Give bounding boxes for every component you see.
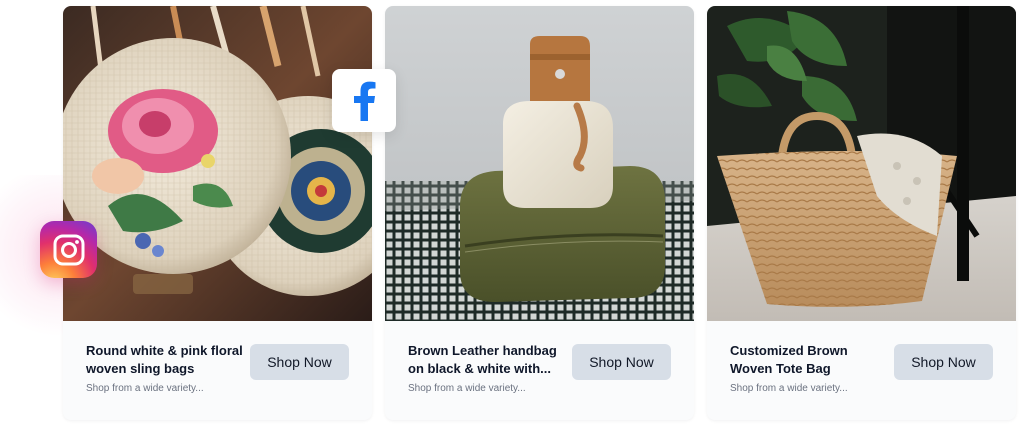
product-title: Customized Brown Woven Tote Bag	[730, 343, 848, 376]
product-card: Brown Leather handbag on black & white w…	[385, 6, 694, 420]
product-photo-floral-sling-bags[interactable]	[63, 6, 372, 321]
facebook-glyph	[354, 81, 376, 121]
product-photo-leather-handbag[interactable]	[385, 6, 694, 321]
shop-now-button[interactable]: Shop Now	[894, 344, 993, 380]
woven-tote-bag-image	[707, 6, 1016, 321]
product-title: Round white & pink floral woven sling ba…	[86, 343, 243, 376]
shop-now-button[interactable]: Shop Now	[250, 344, 349, 380]
instagram-icon[interactable]	[40, 221, 97, 278]
product-subtitle: Shop from a wide variety...	[408, 383, 526, 394]
shop-now-button[interactable]: Shop Now	[572, 344, 671, 380]
product-subtitle: Shop from a wide variety...	[86, 383, 204, 394]
leather-handbag-image	[385, 6, 694, 321]
floral-sling-bags-image	[63, 6, 372, 321]
product-subtitle: Shop from a wide variety...	[730, 383, 848, 394]
product-photo-woven-tote-bag[interactable]	[707, 6, 1016, 321]
instagram-glyph	[53, 234, 84, 265]
facebook-icon[interactable]	[332, 69, 396, 132]
product-card: Round white & pink floral woven sling ba…	[63, 6, 372, 420]
product-card: Customized Brown Woven Tote Bag Shop fro…	[707, 6, 1016, 420]
product-title: Brown Leather handbag on black & white w…	[408, 343, 557, 376]
